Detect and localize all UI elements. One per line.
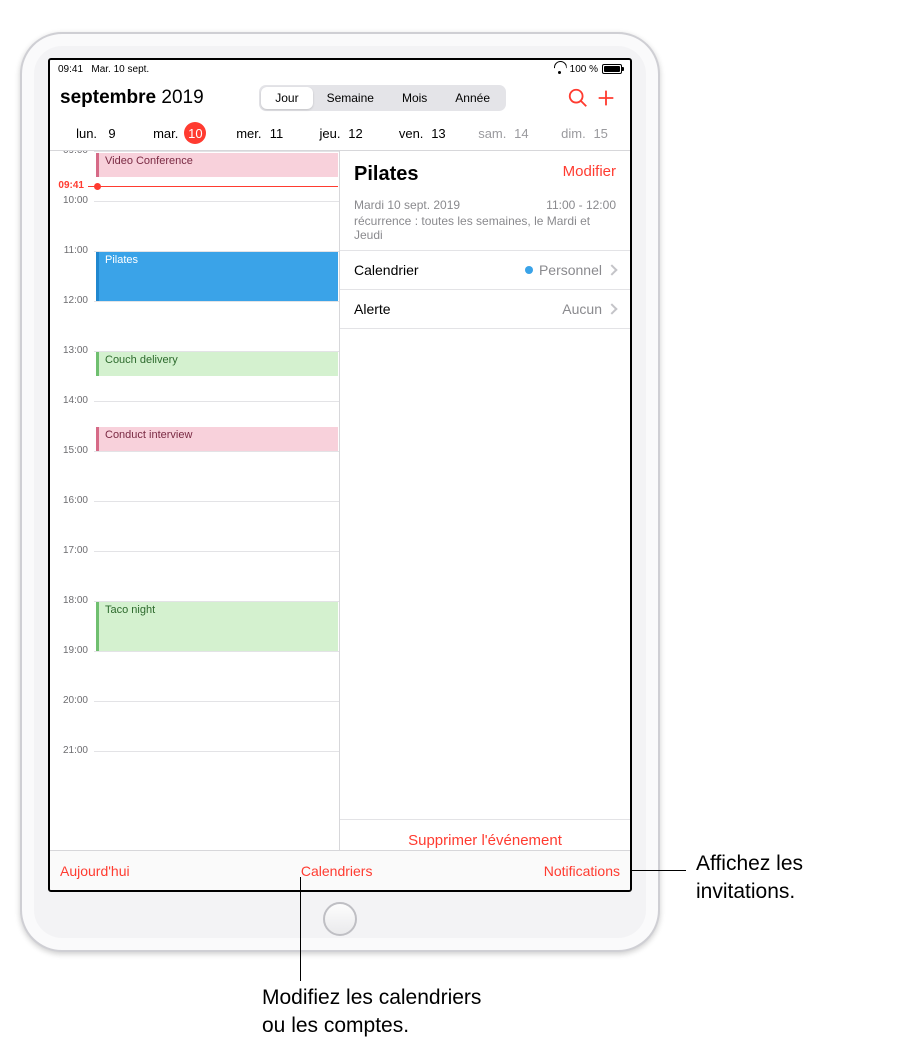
event-date: Mardi 10 sept. 2019 (354, 198, 460, 212)
chevron-right-icon (606, 264, 617, 275)
event-time: 11:00 - 12:00 (546, 198, 616, 212)
hour-slot[interactable] (94, 651, 339, 701)
callout-calendars: Modifiez les calendriers ou les comptes. (262, 984, 481, 1041)
status-date: Mar. 10 sept. (91, 64, 149, 75)
event-detail-header: Pilates Modifier Mardi 10 sept. 2019 11:… (340, 151, 630, 251)
month-title[interactable]: septembre 2019 (60, 87, 204, 109)
day-timeline[interactable]: 09:0010:0011:0012:0013:0014:0015:0016:00… (50, 151, 340, 861)
calendar-event[interactable]: Pilates (96, 252, 338, 301)
plus-icon (595, 87, 617, 109)
hour-slot[interactable] (94, 451, 339, 501)
status-right: 100 % (554, 64, 622, 75)
hour-label: 19:00 (50, 645, 94, 695)
hour-label: 14:00 (50, 395, 94, 445)
ipad-device-frame: 09:41 Mar. 10 sept. 100 % septembre 2019… (20, 32, 660, 952)
callout-line-calendars (300, 877, 301, 981)
callout-notifications: Affichez les invitations. (696, 850, 803, 907)
view-mode-week[interactable]: Semaine (313, 87, 388, 109)
calendar-value: Personnel (539, 262, 602, 278)
hour-label: 16:00 (50, 495, 94, 545)
status-time: 09:41 (58, 64, 83, 75)
view-mode-month[interactable]: Mois (388, 87, 441, 109)
status-left: 09:41 Mar. 10 sept. (58, 64, 149, 75)
calendar-event[interactable]: Conduct interview (96, 427, 338, 451)
today-button[interactable]: Aujourd'hui (60, 863, 130, 879)
hour-label: 12:00 (50, 295, 94, 345)
event-detail-panel: Pilates Modifier Mardi 10 sept. 2019 11:… (340, 151, 630, 861)
calendar-event[interactable]: Taco night (96, 602, 338, 651)
add-event-button[interactable] (592, 84, 620, 112)
battery-icon (602, 64, 622, 74)
day-fri[interactable]: ven.13 (383, 122, 464, 144)
hour-slot[interactable] (94, 701, 339, 751)
battery-percent: 100 % (570, 64, 598, 75)
hour-slot[interactable] (94, 501, 339, 551)
current-time-indicator: 09:41 (50, 186, 338, 187)
event-calendar-row[interactable]: Calendrier Personnel (340, 251, 630, 290)
alert-label: Alerte (354, 301, 391, 317)
calendar-label: Calendrier (354, 262, 419, 278)
content-area: 09:0010:0011:0012:0013:0014:0015:0016:00… (50, 151, 630, 861)
hour-slot[interactable] (94, 201, 339, 251)
event-recurrence: récurrence : toutes les semaines, le Mar… (354, 214, 616, 242)
search-icon (567, 87, 589, 109)
event-title: Pilates (354, 163, 418, 186)
day-sun[interactable]: dim.15 (545, 122, 626, 144)
chevron-right-icon (606, 303, 617, 314)
hour-label: 10:00 (50, 195, 94, 245)
current-time-label: 09:41 (50, 180, 88, 191)
day-mon[interactable]: lun.9 (58, 122, 139, 144)
callout-line-notifications (630, 870, 686, 871)
day-sat[interactable]: sam.14 (464, 122, 545, 144)
status-bar: 09:41 Mar. 10 sept. 100 % (50, 60, 630, 78)
calendar-event[interactable]: Video Conference (96, 153, 338, 177)
view-mode-day[interactable]: Jour (261, 87, 312, 109)
month-year: 2019 (161, 87, 203, 108)
calendar-event[interactable]: Couch delivery (96, 352, 338, 376)
alert-value: Aucun (562, 301, 602, 317)
day-wed[interactable]: mer.11 (220, 122, 301, 144)
week-row: lun.9 mar.10 mer.11 jeu.12 ven.13 sam.14… (50, 116, 630, 150)
hour-label: 13:00 (50, 345, 94, 395)
hour-label: 11:00 (50, 245, 94, 295)
current-time-dot (94, 183, 101, 190)
hour-label: 15:00 (50, 445, 94, 495)
app-header: septembre 2019 Jour Semaine Mois Année (50, 78, 630, 116)
search-button[interactable] (564, 84, 592, 112)
calendars-button[interactable]: Calendriers (301, 863, 373, 879)
calendar-color-dot (525, 266, 533, 274)
hour-slot[interactable] (94, 551, 339, 601)
hour-label: 21:00 (50, 745, 94, 795)
hour-label: 17:00 (50, 545, 94, 595)
hour-slot[interactable] (94, 301, 339, 351)
home-button[interactable] (323, 902, 357, 936)
edit-event-button[interactable]: Modifier (563, 163, 616, 180)
hour-label: 18:00 (50, 595, 94, 645)
hour-label: 20:00 (50, 695, 94, 745)
day-tue[interactable]: mar.10 (139, 122, 220, 144)
notifications-button[interactable]: Notifications (544, 863, 620, 879)
wifi-icon (554, 64, 566, 74)
screen: 09:41 Mar. 10 sept. 100 % septembre 2019… (48, 58, 632, 892)
view-mode-segmented-control[interactable]: Jour Semaine Mois Année (259, 85, 506, 111)
hour-slot[interactable] (94, 751, 339, 801)
month-name: septembre (60, 87, 156, 108)
event-alert-row[interactable]: Alerte Aucun (340, 290, 630, 329)
day-thu[interactable]: jeu.12 (301, 122, 382, 144)
view-mode-year[interactable]: Année (441, 87, 504, 109)
bottom-toolbar: Aujourd'hui Calendriers Notifications (50, 850, 630, 890)
